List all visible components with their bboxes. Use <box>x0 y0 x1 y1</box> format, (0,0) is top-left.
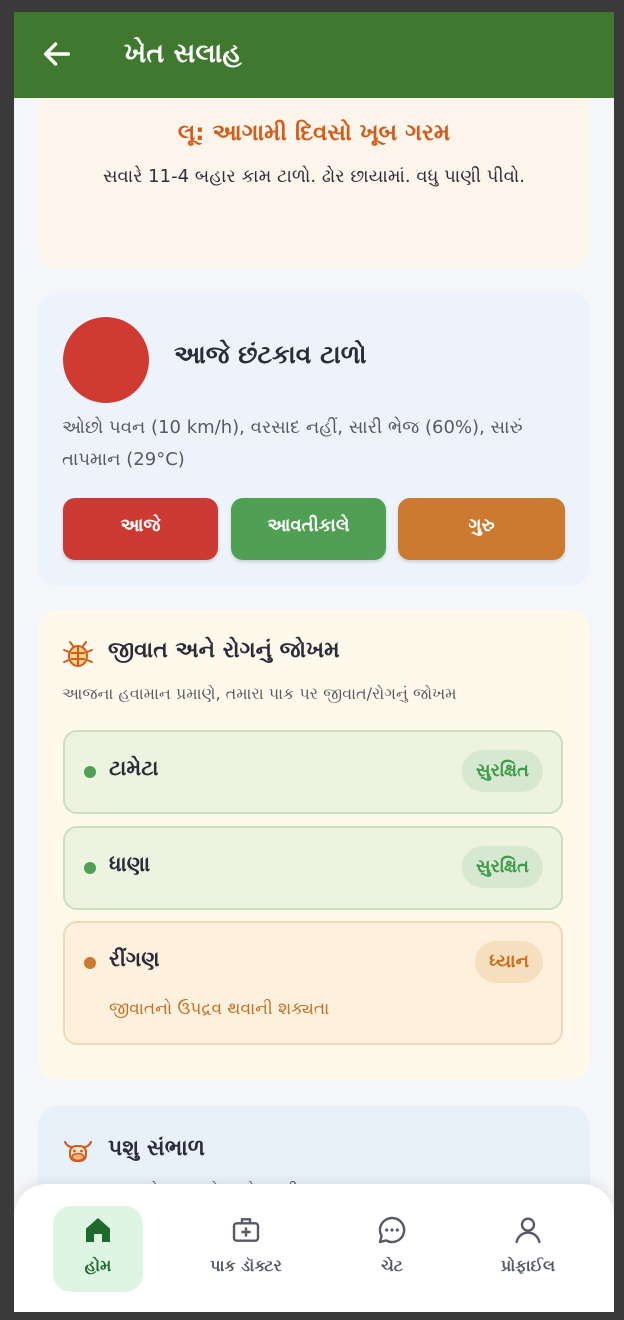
app-screen: ખેત સલાહ લૂ: આગામી દિવસો ખૂબ ગરમ સવારે 1… <box>14 12 614 1312</box>
crop-name: રીંગણ <box>109 947 160 971</box>
crop-name: ધાણા <box>109 852 151 876</box>
crop-row-tomato[interactable]: ટામેટા સુરક્ષિત <box>63 730 563 814</box>
arrow-left-icon[interactable] <box>40 37 74 71</box>
crop-row-brinjal[interactable]: રીંગણ ધ્યાન જીવાતનો ઉપદ્રવ થવાની શક્યતા <box>63 921 563 1045</box>
heat-alert-card: લૂ: આગામી દિવસો ખૂબ ગરમ સવારે 11-4 બહાર … <box>38 98 590 268</box>
pest-risk-card: જીવાત અને રોગનું જોખમ આજના હવામાન પ્રમાણ… <box>38 610 590 1080</box>
spray-advice-card: આજે છંટકાવ ટાળો ઓછો પવન (10 km/h), વરસાદ… <box>38 292 590 586</box>
status-badge: સુરક્ષિત <box>462 750 543 792</box>
profile-icon <box>515 1217 541 1244</box>
crop-name: ટામેટા <box>109 756 159 780</box>
home-icon <box>86 1218 110 1242</box>
status-dot <box>84 957 96 969</box>
heat-alert-title: લૂ: આગામી દિવસો ખૂબ ગરમ <box>177 120 451 146</box>
chat-icon <box>378 1216 406 1244</box>
nav-item-home[interactable]: હોમ <box>53 1206 143 1292</box>
crop-row-coriander[interactable]: ધાણા સુરક્ષિત <box>63 826 563 910</box>
nav-label: હોમ <box>84 1256 112 1275</box>
nav-label: ચેટ <box>380 1256 404 1275</box>
crop-risk-note: જીવાતનો ઉપદ્રવ થવાની શક્યતા <box>109 999 330 1019</box>
bug-icon <box>63 641 93 667</box>
nav-label: પ્રોફાઈલ <box>500 1256 556 1275</box>
status-badge: ધ્યાન <box>475 941 543 983</box>
nav-item-crop-doctor[interactable]: પાક ડૉક્ટર <box>201 1206 291 1292</box>
pest-risk-subtitle: આજના હવામાન પ્રમાણે, તમારા પાક પર જીવાત/… <box>62 684 457 703</box>
cattle-care-title: પશુ સંભાળ <box>108 1136 205 1161</box>
status-dot <box>84 862 96 874</box>
page-title: ખેત સલાહ <box>124 38 242 69</box>
medical-kit-icon <box>232 1218 260 1242</box>
content-scroll[interactable]: લૂ: આગામી દિવસો ખૂબ ગરમ સવારે 11-4 બહાર … <box>14 98 614 1312</box>
status-badge: સુરક્ષિત <box>462 846 543 888</box>
cow-icon <box>63 1140 93 1162</box>
nav-item-profile[interactable]: પ્રોફાઈલ <box>483 1206 573 1292</box>
spray-advice-description: ઓછો પવન (10 km/h), વરસાદ નહીં, સારી ભેજ … <box>62 417 523 470</box>
nav-item-chat[interactable]: ચેટ <box>347 1206 437 1292</box>
nav-label: પાક ડૉક્ટર <box>210 1256 282 1275</box>
today-button[interactable]: આજે <box>63 498 218 560</box>
tomorrow-button[interactable]: આવતીકાલે <box>231 498 386 560</box>
pest-risk-title: જીવાત અને રોગનું જોખમ <box>108 638 340 663</box>
status-dot <box>84 766 96 778</box>
spray-advice-title: આજે છંટકાવ ટાળો <box>174 340 367 369</box>
heat-alert-text: સવારે 11-4 બહાર કામ ટાળો. ઢોર છાયામાં. વ… <box>102 166 526 187</box>
app-bar: ખેત સલાહ <box>14 12 614 98</box>
bottom-navigation: હોમ પાક ડૉક્ટર ચેટ પ્રોફાઈલ <box>14 1184 614 1312</box>
spray-status-indicator <box>63 317 149 403</box>
thursday-button[interactable]: ગુરુ <box>398 498 565 560</box>
